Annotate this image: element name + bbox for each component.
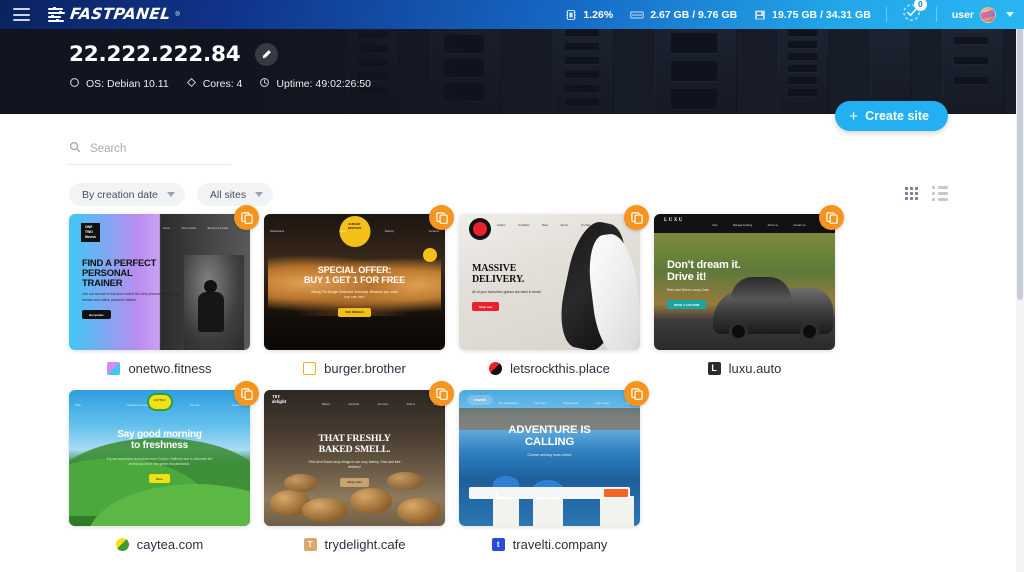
notification-count-badge: 0 — [914, 0, 927, 11]
os-label: OS: Debian 10.11 — [86, 78, 169, 90]
site-card[interactable]: TRYdelight BakeryGet DealOur storyFind u… — [264, 390, 445, 552]
disk-stat[interactable]: 19.75 GB / 34.31 GB — [754, 9, 871, 21]
fastpanel-mark-icon — [48, 8, 65, 22]
site-thumbnail: CAYTEA ShopCollections & sets Our storyC… — [69, 390, 250, 526]
cpu-value: 1.26% — [583, 9, 613, 21]
disk-icon — [754, 9, 766, 21]
nav-right-group: 1.26% 2.67 GB / 9.76 GB 19.75 GB / 34.31… — [565, 3, 1014, 27]
burger-brother-favicon — [303, 362, 316, 375]
os-info: OS: Debian 10.11 — [69, 77, 169, 91]
hamburger-menu-icon[interactable] — [13, 8, 30, 21]
site-thumbnail: BURGERBROTHER RestaurantsMenu DeliveryCo… — [264, 214, 445, 350]
chevron-down-icon — [255, 192, 263, 197]
user-menu[interactable]: user — [952, 7, 1014, 23]
server-ip-row: 22.222.222.84 — [69, 42, 1024, 67]
create-site-label: Create site — [865, 109, 929, 123]
grid-view-icon[interactable] — [905, 187, 918, 200]
avatar — [980, 7, 996, 23]
site-card[interactable]: LUXU CarsManage bookingAbout usContact u… — [654, 214, 835, 376]
clock-icon — [259, 77, 270, 91]
filter-sort-by-creation-date[interactable]: By creation date — [69, 183, 185, 206]
site-name-row[interactable]: letsrockthis.place — [459, 361, 640, 376]
site-name: trydelight.cafe — [325, 537, 406, 552]
page-title: 22.222.222.84 — [69, 42, 241, 67]
user-name: user — [952, 9, 974, 21]
nav-divider-1 — [886, 7, 887, 22]
cpu-stat[interactable]: 1.26% — [565, 9, 613, 21]
search-box[interactable] — [69, 140, 231, 165]
cores-label: Cores: 4 — [203, 78, 243, 90]
server-meta-row: OS: Debian 10.11 Cores: 4 Uptime: 49:02:… — [69, 77, 1024, 91]
cpu-icon — [565, 9, 577, 21]
duplicate-site-icon[interactable] — [234, 381, 259, 406]
site-card[interactable]: CAYTEA ShopCollections & sets Our storyC… — [69, 390, 250, 552]
site-thumbnail: TRYdelight BakeryGet DealOur storyFind u… — [264, 390, 445, 526]
cores-icon — [186, 77, 197, 91]
create-site-button[interactable]: + Create site — [835, 101, 948, 131]
onetwo-fitness-favicon — [107, 362, 120, 375]
registered-mark: ® — [175, 12, 179, 18]
brand-name: FASTPANEL — [69, 7, 171, 23]
site-card[interactable]: GuitarsAmplifiersBassDrumsOn SaleAbout u… — [459, 214, 640, 376]
os-circle-icon — [69, 77, 80, 91]
uptime-info: Uptime: 49:02:26:50 — [259, 77, 371, 91]
ram-icon — [630, 9, 644, 21]
site-name: caytea.com — [137, 537, 203, 552]
duplicate-site-icon[interactable] — [429, 381, 454, 406]
cores-info: Cores: 4 — [186, 77, 243, 91]
duplicate-site-icon[interactable] — [624, 381, 649, 406]
site-name: travelti.company — [513, 537, 608, 552]
disk-value: 19.75 GB / 34.31 GB — [772, 9, 871, 21]
filter-scope-label: All sites — [210, 189, 246, 201]
sites-page-content: By creation date All sites — [0, 114, 1024, 572]
list-view-icon[interactable] — [932, 186, 948, 201]
view-mode-toggles — [905, 186, 948, 201]
nav-divider-2 — [936, 7, 937, 22]
site-thumbnail: ONETWOfitness HomeHow it worksBecome a T… — [69, 214, 250, 350]
plus-icon: + — [849, 109, 858, 124]
site-thumbnail: travelti Top destinationsTop ToursTravel… — [459, 390, 640, 526]
site-name-row[interactable]: T trydelight.cafe — [264, 537, 445, 552]
duplicate-site-icon[interactable] — [429, 205, 454, 230]
site-name-row[interactable]: caytea.com — [69, 537, 250, 552]
brand-logo[interactable]: FASTPANEL ® — [48, 7, 180, 23]
search-icon — [69, 140, 81, 158]
site-name: luxu.auto — [729, 361, 782, 376]
trydelight-favicon: T — [304, 538, 317, 551]
site-name: onetwo.fitness — [128, 361, 211, 376]
site-name: burger.brother — [324, 361, 406, 376]
travelti-favicon: t — [492, 538, 505, 551]
scrollbar-thumb[interactable] — [1017, 0, 1023, 300]
caytea-favicon — [116, 538, 129, 551]
site-card[interactable]: travelti Top destinationsTop ToursTravel… — [459, 390, 640, 552]
ram-value: 2.67 GB / 9.76 GB — [650, 9, 737, 21]
site-name-row[interactable]: t travelti.company — [459, 537, 640, 552]
duplicate-site-icon[interactable] — [819, 205, 844, 230]
filter-sort-label: By creation date — [82, 189, 158, 201]
chevron-down-icon — [167, 192, 175, 197]
duplicate-site-icon[interactable] — [234, 205, 259, 230]
letsrockthis-favicon — [489, 362, 502, 375]
luxu-auto-favicon: L — [708, 362, 721, 375]
notifications-button[interactable]: 0 — [902, 3, 921, 27]
site-name-row[interactable]: burger.brother — [264, 361, 445, 376]
site-card[interactable]: ONETWOfitness HomeHow it worksBecome a T… — [69, 214, 250, 376]
filter-all-sites[interactable]: All sites — [197, 183, 273, 206]
pencil-edit-icon[interactable] — [255, 43, 278, 66]
chevron-down-icon — [1006, 12, 1014, 17]
sites-grid: ONETWOfitness HomeHow it worksBecome a T… — [69, 214, 1024, 552]
filter-chips: By creation date All sites — [69, 183, 1024, 206]
page-scrollbar[interactable] — [1016, 0, 1024, 572]
site-name: letsrockthis.place — [510, 361, 610, 376]
search-input[interactable] — [90, 143, 231, 155]
top-navigation-bar: FASTPANEL ® 1.26% 2.67 GB / 9.76 GB 19.7… — [0, 0, 1024, 29]
site-name-row[interactable]: L luxu.auto — [654, 361, 835, 376]
site-thumbnail: LUXU CarsManage bookingAbout usContact u… — [654, 214, 835, 350]
ram-stat[interactable]: 2.67 GB / 9.76 GB — [630, 9, 737, 21]
duplicate-site-icon[interactable] — [624, 205, 649, 230]
site-thumbnail: GuitarsAmplifiersBassDrumsOn SaleAbout u… — [459, 214, 640, 350]
uptime-label: Uptime: 49:02:26:50 — [276, 78, 371, 90]
site-name-row[interactable]: onetwo.fitness — [69, 361, 250, 376]
site-card[interactable]: BURGERBROTHER RestaurantsMenu DeliveryCo… — [264, 214, 445, 376]
